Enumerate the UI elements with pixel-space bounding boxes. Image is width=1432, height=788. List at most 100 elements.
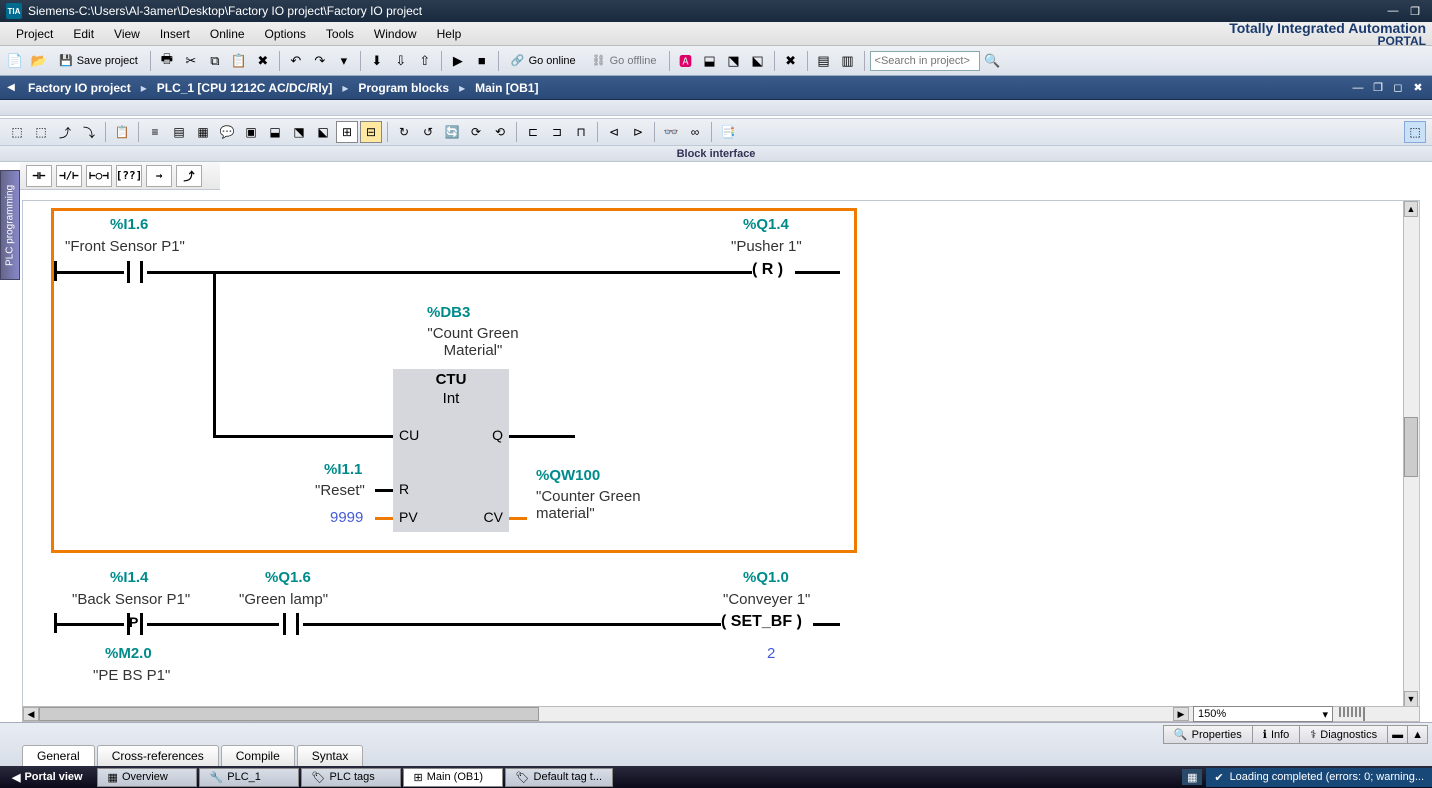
scroll-left-icon[interactable]: ◀: [23, 707, 39, 721]
taskbar-plctags[interactable]: 🏷 PLC tags: [301, 768, 401, 787]
ed-icon-23[interactable]: ⊓: [570, 121, 592, 143]
maximize-button[interactable]: ❐: [1404, 3, 1426, 19]
delete-icon[interactable]: ✖: [252, 50, 274, 72]
search-input[interactable]: [870, 51, 980, 71]
start-sim-icon[interactable]: ▶: [447, 50, 469, 72]
tab-compile[interactable]: Compile: [221, 745, 295, 766]
ladder-canvas[interactable]: %I1.6 "Front Sensor P1" ( R ) %Q1.4 "Pus…: [22, 200, 1420, 708]
diagnostics-button[interactable]: ⚕Diagnostics: [1299, 725, 1388, 744]
menu-online[interactable]: Online: [200, 24, 255, 44]
properties-button[interactable]: 🔍Properties: [1163, 725, 1253, 744]
undo-icon[interactable]: ↶: [285, 50, 307, 72]
inst-branch[interactable]: →: [146, 165, 172, 187]
inst-coil[interactable]: ⊢○⊣: [86, 165, 112, 187]
coil-pusher1-reset[interactable]: ( R ): [752, 261, 783, 279]
ed-icon-5[interactable]: 📋: [111, 121, 133, 143]
ed-icon-1[interactable]: ⬚: [6, 121, 28, 143]
tab-crossref[interactable]: Cross-references: [97, 745, 219, 766]
crumb-plc[interactable]: PLC_1 [CPU 1212C AC/DC/Rly]: [151, 81, 339, 95]
undo-dropdown-icon[interactable]: ▾: [333, 50, 355, 72]
ctu-block[interactable]: CTU Int CU Q R PV CV: [393, 369, 509, 532]
info-button[interactable]: ℹInfo: [1252, 725, 1301, 744]
close-view-icon[interactable]: ✖: [780, 50, 802, 72]
menu-project[interactable]: Project: [6, 24, 63, 44]
taskbar-overview[interactable]: ▦ Overview: [97, 768, 197, 787]
plc-programming-tab[interactable]: PLC programming: [0, 170, 20, 280]
menu-insert[interactable]: Insert: [150, 24, 200, 44]
vertical-scrollbar[interactable]: ▲ ▼: [1403, 201, 1419, 707]
compile-icon[interactable]: ⬇: [366, 50, 388, 72]
copy-icon[interactable]: ⧉: [204, 50, 226, 72]
ed-icon-14[interactable]: ⊞: [336, 121, 358, 143]
cut-icon[interactable]: ✂: [180, 50, 202, 72]
editor-close-icon[interactable]: ✖: [1408, 80, 1428, 96]
menu-edit[interactable]: Edit: [63, 24, 104, 44]
tb-icon-1[interactable]: 🅰: [675, 50, 697, 72]
ed-icon-10[interactable]: ▣: [240, 121, 262, 143]
ed-icon-6[interactable]: ≡: [144, 121, 166, 143]
zoom-selector[interactable]: 150%▾: [1193, 706, 1333, 722]
scroll-track[interactable]: [39, 707, 1173, 721]
scroll-thumb[interactable]: [39, 707, 539, 721]
nav-back-icon[interactable]: ◀: [4, 81, 18, 95]
tb-icon-2[interactable]: ⬓: [699, 50, 721, 72]
new-project-icon[interactable]: 📄: [4, 50, 26, 72]
search-button-icon[interactable]: 🔍: [982, 50, 1004, 72]
ed-icon-2[interactable]: ⬚: [30, 121, 52, 143]
editor-detach-icon[interactable]: ❐: [1368, 80, 1388, 96]
scroll-up-icon[interactable]: ▲: [1404, 201, 1418, 217]
tab-general[interactable]: General: [22, 745, 95, 766]
ed-icon-24[interactable]: ⊲: [603, 121, 625, 143]
ed-icon-28[interactable]: 📑: [717, 121, 739, 143]
scroll-down-icon[interactable]: ▼: [1404, 691, 1418, 707]
ed-icon-3[interactable]: ⤴: [54, 121, 76, 143]
tab-syntax[interactable]: Syntax: [297, 745, 364, 766]
zoom-sizer[interactable]: [1339, 707, 1419, 721]
menu-window[interactable]: Window: [364, 24, 427, 44]
ed-icon-8[interactable]: ▦: [192, 121, 214, 143]
ed-icon-18[interactable]: 🔄: [441, 121, 463, 143]
contact-green-lamp[interactable]: [279, 612, 303, 636]
crumb-main[interactable]: Main [OB1]: [469, 81, 544, 95]
menu-tools[interactable]: Tools: [316, 24, 364, 44]
ed-icon-26[interactable]: 👓: [660, 121, 682, 143]
minimize-button[interactable]: —: [1382, 3, 1404, 19]
tb-icon-3[interactable]: ⬔: [723, 50, 745, 72]
split-v-icon[interactable]: ▥: [837, 50, 859, 72]
ed-icon-22[interactable]: ⊐: [546, 121, 568, 143]
print-icon[interactable]: 🖶: [156, 50, 178, 72]
ed-icon-end[interactable]: ⬚: [1404, 121, 1426, 143]
taskbar-main-ob1[interactable]: ⊞ Main (OB1): [403, 768, 503, 787]
ed-icon-27[interactable]: ∞: [684, 121, 706, 143]
panel-control-2[interactable]: ▲: [1407, 725, 1428, 744]
ed-icon-20[interactable]: ⟲: [489, 121, 511, 143]
crumb-project[interactable]: Factory IO project: [22, 81, 137, 95]
menu-options[interactable]: Options: [255, 24, 316, 44]
inst-box[interactable]: [??]: [116, 165, 142, 187]
portal-view-button[interactable]: ◀ Portal view: [0, 771, 95, 784]
editor-restore-icon[interactable]: ◻: [1388, 80, 1408, 96]
inst-no-contact[interactable]: ⊣⊢: [26, 165, 52, 187]
status-icon[interactable]: ▦: [1182, 769, 1202, 785]
crumb-blocks[interactable]: Program blocks: [352, 81, 455, 95]
inst-nc-contact[interactable]: ⊣/⊢: [56, 165, 82, 187]
split-h-icon[interactable]: ▤: [813, 50, 835, 72]
scroll-thumb[interactable]: [1404, 417, 1418, 477]
coil-conveyer-setbf[interactable]: ( SET_BF ): [721, 613, 802, 631]
ed-icon-16[interactable]: ↻: [393, 121, 415, 143]
save-project-button[interactable]: 💾 Save project: [52, 50, 145, 72]
tb-icon-4[interactable]: ⬕: [747, 50, 769, 72]
scroll-right-icon[interactable]: ▶: [1173, 707, 1189, 721]
ed-icon-15[interactable]: ⊟: [360, 121, 382, 143]
menu-view[interactable]: View: [104, 24, 150, 44]
ed-icon-9[interactable]: 💬: [216, 121, 238, 143]
ed-icon-19[interactable]: ⟳: [465, 121, 487, 143]
ed-icon-7[interactable]: ▤: [168, 121, 190, 143]
ed-icon-17[interactable]: ↺: [417, 121, 439, 143]
inst-close-branch[interactable]: ⤴: [176, 165, 202, 187]
ed-icon-12[interactable]: ⬔: [288, 121, 310, 143]
ed-icon-11[interactable]: ⬓: [264, 121, 286, 143]
ed-icon-4[interactable]: ⤵: [78, 121, 100, 143]
taskbar-plc1[interactable]: 🔧 PLC_1: [199, 768, 299, 787]
block-interface-bar[interactable]: Block interface: [0, 146, 1432, 162]
